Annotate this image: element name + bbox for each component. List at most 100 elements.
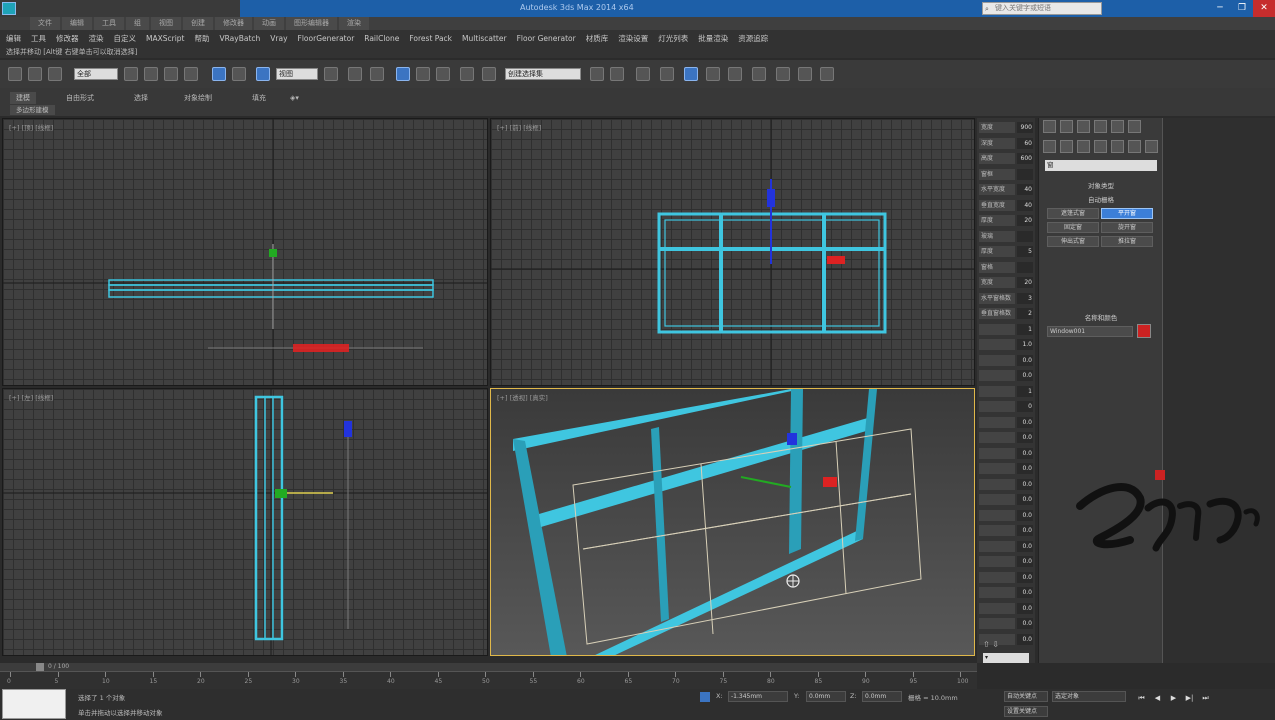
- window-type-button[interactable]: 伸出式窗: [1047, 236, 1099, 247]
- viewport-top[interactable]: [+] [顶] [线框]: [2, 118, 488, 386]
- menu-item[interactable]: VRayBatch: [220, 34, 261, 43]
- goto-start-button[interactable]: ⏮: [1136, 693, 1147, 704]
- menu-item[interactable]: Forest Pack: [409, 34, 452, 43]
- param-spinner[interactable]: 1.0: [1017, 339, 1033, 350]
- angle-snap-icon[interactable]: [416, 67, 430, 81]
- viewport-front[interactable]: [+] [前] [线框]: [490, 118, 975, 386]
- prev-frame-button[interactable]: ◀: [1152, 693, 1163, 704]
- param-spinner[interactable]: 0.0: [1017, 525, 1033, 536]
- window-type-button[interactable]: 固定窗: [1047, 222, 1099, 233]
- edit-named-selection-icon[interactable]: [482, 67, 496, 81]
- ribbon-tab-freeform[interactable]: 自由形式: [60, 92, 100, 104]
- hierarchy-tab-icon[interactable]: [1077, 120, 1090, 133]
- link-icon[interactable]: [8, 67, 22, 81]
- minimize-button[interactable]: ─: [1209, 0, 1231, 17]
- param-spinner[interactable]: 0.0: [1017, 571, 1033, 583]
- tab[interactable]: 图形编辑器: [286, 17, 337, 30]
- ribbon-subtab-polygon-modeling[interactable]: 多边形建模: [10, 105, 55, 115]
- autogrid-checkbox[interactable]: 自动栅格: [1049, 194, 1153, 204]
- param-spinner[interactable]: 3: [1017, 292, 1033, 304]
- select-and-scale-icon[interactable]: [256, 67, 270, 81]
- render-setup-icon[interactable]: [752, 67, 766, 81]
- schematic-view-icon[interactable]: [706, 67, 720, 81]
- tab[interactable]: 工具: [94, 17, 124, 30]
- ribbon-options-icon[interactable]: ◈▾: [284, 92, 305, 104]
- window-type-button[interactable]: 推拉窗: [1101, 236, 1153, 247]
- display-tab-icon[interactable]: [1111, 120, 1124, 133]
- ribbon-tab-selection[interactable]: 选择: [128, 92, 154, 104]
- time-slider-thumb[interactable]: [36, 663, 44, 671]
- select-and-rotate-icon[interactable]: [232, 67, 246, 81]
- select-by-name-icon[interactable]: [144, 67, 158, 81]
- param-spinner[interactable]: 0.0: [1017, 354, 1033, 366]
- tab[interactable]: 文件: [30, 17, 60, 30]
- close-button[interactable]: ✕: [1253, 0, 1275, 17]
- menu-item[interactable]: Floor Generator: [517, 34, 576, 43]
- menu-item[interactable]: RailClone: [364, 34, 399, 43]
- graphite-toolset-icon[interactable]: [660, 67, 674, 81]
- param-spinner[interactable]: 40: [1017, 199, 1033, 211]
- render-production-icon[interactable]: [798, 67, 812, 81]
- param-spinner[interactable]: [1017, 261, 1033, 273]
- rendered-frame-window-icon[interactable]: [776, 67, 790, 81]
- param-spinner[interactable]: 60: [1017, 137, 1033, 149]
- window-type-button[interactable]: 遮篷式窗: [1047, 208, 1099, 219]
- tab[interactable]: 渲染: [339, 17, 369, 30]
- geometry-icon[interactable]: [1043, 140, 1056, 153]
- material-editor-icon[interactable]: [728, 67, 742, 81]
- lock-selection-icon[interactable]: [700, 692, 710, 702]
- render-iterative-icon[interactable]: [820, 67, 834, 81]
- spinner-snap-icon[interactable]: [460, 67, 474, 81]
- auto-key-button[interactable]: 自动关键点: [1004, 691, 1048, 702]
- param-spinner[interactable]: 20: [1017, 277, 1033, 288]
- object-color-swatch[interactable]: [1137, 324, 1151, 338]
- param-spinner[interactable]: 0.0: [1017, 587, 1033, 598]
- menu-item[interactable]: 修改器: [56, 33, 79, 44]
- param-spinner[interactable]: 40: [1017, 184, 1033, 195]
- mirror-icon[interactable]: [590, 67, 604, 81]
- spacewarps-icon[interactable]: [1128, 140, 1141, 153]
- param-spinner[interactable]: 0.0: [1017, 509, 1033, 521]
- viewport-left[interactable]: [+] [左] [线框]: [2, 388, 488, 656]
- param-spinner[interactable]: 0.0: [1017, 494, 1033, 505]
- ribbon-tab-object-paint[interactable]: 对象绘制: [178, 92, 218, 104]
- next-frame-button[interactable]: ▶|: [1184, 693, 1195, 704]
- rectangular-selection-icon[interactable]: [164, 67, 178, 81]
- systems-icon[interactable]: [1145, 140, 1158, 153]
- param-spinner[interactable]: 1: [1017, 385, 1033, 397]
- selection-filter-dropdown[interactable]: 全部: [74, 68, 118, 80]
- param-spinner[interactable]: 600: [1017, 153, 1033, 164]
- menu-item[interactable]: Multiscatter: [462, 34, 507, 43]
- menu-item[interactable]: MAXScript: [146, 34, 185, 43]
- snaps-toggle-icon[interactable]: [396, 67, 410, 81]
- param-spinner[interactable]: 900: [1017, 122, 1033, 133]
- bind-spacewarp-icon[interactable]: [48, 67, 62, 81]
- shapes-icon[interactable]: [1060, 140, 1073, 153]
- param-spinner[interactable]: 0.0: [1017, 478, 1033, 490]
- x-coord-field[interactable]: -1.345mm: [728, 691, 788, 702]
- key-filter-dropdown[interactable]: 选定对象: [1052, 691, 1126, 702]
- menu-item[interactable]: 帮助: [195, 33, 210, 44]
- menu-item[interactable]: 资源追踪: [738, 33, 768, 44]
- modify-tab-icon[interactable]: [1060, 120, 1073, 133]
- param-spinner[interactable]: 1: [1017, 323, 1033, 335]
- ribbon-tab-modeling[interactable]: 建模: [10, 92, 36, 104]
- name-color-rollout[interactable]: 名称和颜色: [1049, 312, 1153, 322]
- tab[interactable]: 创建: [183, 17, 213, 30]
- utilities-tab-icon[interactable]: [1128, 120, 1141, 133]
- align-icon[interactable]: [610, 67, 624, 81]
- menu-item[interactable]: 材质库: [586, 33, 609, 44]
- maxscript-listener[interactable]: [2, 689, 66, 719]
- rollout-title[interactable]: 对象类型: [1049, 180, 1153, 190]
- keyboard-shortcut-icon[interactable]: [370, 67, 384, 81]
- helpers-icon[interactable]: [1111, 140, 1124, 153]
- motion-tab-icon[interactable]: [1094, 120, 1107, 133]
- param-spinner[interactable]: [1017, 168, 1033, 180]
- set-key-button[interactable]: 设置关键点: [1004, 706, 1048, 717]
- reference-coordinate-dropdown[interactable]: 视图: [276, 68, 318, 80]
- menu-item[interactable]: 灯光列表: [658, 33, 688, 44]
- param-spinner[interactable]: [1017, 230, 1033, 242]
- param-spinner[interactable]: 0.0: [1017, 463, 1033, 474]
- param-spinner[interactable]: 0.0: [1017, 540, 1033, 552]
- manipulate-icon[interactable]: [348, 67, 362, 81]
